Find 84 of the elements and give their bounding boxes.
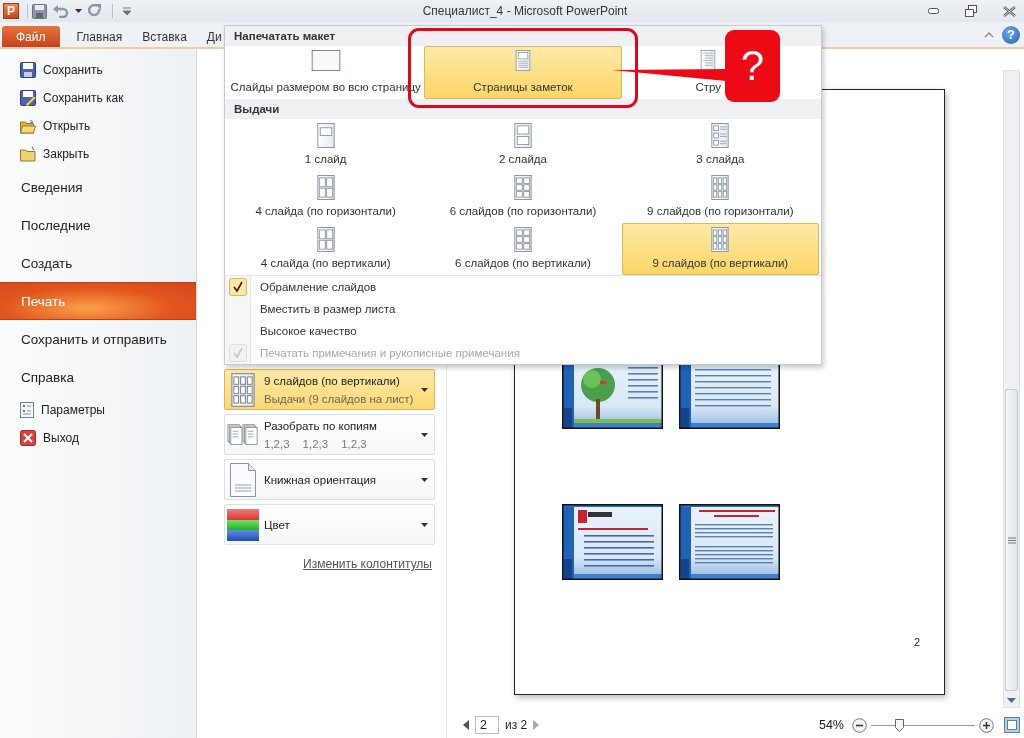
menu-item[interactable]: Сохранить и отправить: [0, 320, 196, 358]
menu-item[interactable]: Последние: [0, 206, 196, 244]
dropdown-caret-icon: [421, 387, 428, 392]
ribbon-tab[interactable]: Главная: [66, 26, 133, 47]
handout-option[interactable]: 6 слайдов (по вертикали): [424, 223, 622, 275]
slide-icon: [310, 50, 341, 71]
grip-icon: [1007, 536, 1016, 544]
customize-icon[interactable]: [123, 6, 131, 16]
ribbon-tab[interactable]: Ди: [196, 26, 224, 47]
portrait-page-icon: [230, 462, 256, 497]
color-dropdown[interactable]: Цвет: [224, 504, 435, 545]
minimize-icon[interactable]: [928, 8, 939, 14]
handout-icon: [711, 175, 730, 200]
ribbon-tab[interactable]: Файл: [2, 26, 60, 47]
handout-page-icon: [231, 372, 255, 407]
folder-icon: [20, 146, 36, 162]
edit-headers-link[interactable]: Изменить колонтитулы: [303, 557, 432, 571]
menu-item[interactable]: Открыть: [0, 112, 196, 140]
layout-option[interactable]: Страницы заметок: [424, 46, 622, 99]
handout-icon: [514, 175, 532, 200]
undo-caret-icon: [75, 9, 82, 13]
slider-thumb[interactable]: [895, 718, 905, 732]
menu-option[interactable]: Высокое качество: [225, 320, 821, 342]
page-total: из 2: [505, 718, 528, 732]
collate-dropdown[interactable]: Разобрать по копиям 1,2,3 1,2,3 1,2,3: [224, 414, 435, 455]
layout-option[interactable]: Стру: [692, 46, 725, 99]
handout-option[interactable]: 9 слайдов (по вертикали): [621, 223, 819, 275]
handout-option[interactable]: 4 слайда (по вертикали): [227, 223, 425, 275]
menu-item[interactable]: Справка: [0, 358, 196, 396]
ribbon-tab[interactable]: Вставка: [132, 26, 197, 47]
zoom-out-icon[interactable]: [852, 717, 867, 733]
menu-option[interactable]: Вместить в размер листа: [225, 298, 821, 320]
collapse-ribbon-icon[interactable]: [984, 31, 994, 38]
exit-icon: [20, 430, 36, 446]
menu-item[interactable]: Параметры: [0, 396, 196, 424]
dropdown-caret-icon: [421, 477, 428, 482]
notes-page-icon: [514, 50, 532, 71]
handout-icon: [514, 123, 532, 148]
menu-option[interactable]: Обрамление слайдов: [225, 276, 821, 298]
stacked-pages-icon: [227, 422, 259, 447]
fit-to-window-icon[interactable]: [1004, 717, 1020, 733]
handout-icon: [711, 123, 730, 148]
open-folder-icon: [20, 118, 36, 134]
floppy-pen-icon: [20, 90, 36, 106]
menu-item[interactable]: Сохранить как: [0, 84, 196, 112]
page-input-field[interactable]: 2: [475, 716, 499, 734]
handout-icon: [514, 227, 532, 252]
handout-option[interactable]: 4 слайда (по горизонтали): [227, 171, 425, 223]
color-swatch-icon: [227, 508, 259, 541]
callout-box: ?: [725, 30, 780, 102]
zoom-in-icon[interactable]: [979, 717, 994, 733]
undo-icon[interactable]: [53, 4, 69, 18]
section-header: Выдачи: [225, 99, 821, 119]
scrollbar[interactable]: [1003, 70, 1020, 708]
handout-icon: [711, 227, 730, 252]
menu-item[interactable]: Сведения: [0, 168, 196, 206]
restore-icon[interactable]: [965, 5, 977, 17]
print-layout-dropdown[interactable]: 9 слайдов (по вертикали) Выдачи (9 слайдов на лист): [224, 369, 435, 410]
menu-item[interactable]: Выход: [0, 424, 196, 452]
handout-icon: [316, 227, 335, 252]
handout-option[interactable]: 2 слайда: [424, 119, 622, 171]
handout-icon: [316, 123, 335, 148]
handout-option[interactable]: 9 слайдов (по горизонтали): [621, 171, 819, 223]
save-icon[interactable]: [32, 3, 47, 19]
window-title: Специалист_4 - Microsoft PowerPoint: [422, 4, 628, 18]
menu-item[interactable]: Создать: [0, 244, 196, 282]
dropdown-caret-icon: [421, 432, 428, 437]
handout-option[interactable]: 1 слайд: [227, 119, 425, 171]
menu-item[interactable]: Сохранить: [0, 56, 196, 84]
close-icon[interactable]: [1003, 5, 1016, 17]
page-number: 2: [913, 636, 920, 648]
dropdown-caret-icon: [421, 522, 428, 527]
handout-icon: [316, 175, 335, 200]
orientation-dropdown[interactable]: Книжная ориентация: [224, 459, 435, 500]
redo-icon[interactable]: [88, 4, 102, 18]
checkbox[interactable]: [228, 278, 247, 296]
outline-icon: [699, 50, 718, 71]
zoom-level: 54%: [818, 718, 844, 732]
menu-item[interactable]: Закрыть: [0, 140, 196, 168]
previous-page-icon[interactable]: [463, 720, 469, 730]
scroll-thumb[interactable]: [1005, 389, 1018, 691]
handout-option[interactable]: 6 слайдов (по горизонтали): [424, 171, 622, 223]
document-icon: [20, 402, 34, 418]
handout-option[interactable]: 3 слайда: [621, 119, 819, 171]
